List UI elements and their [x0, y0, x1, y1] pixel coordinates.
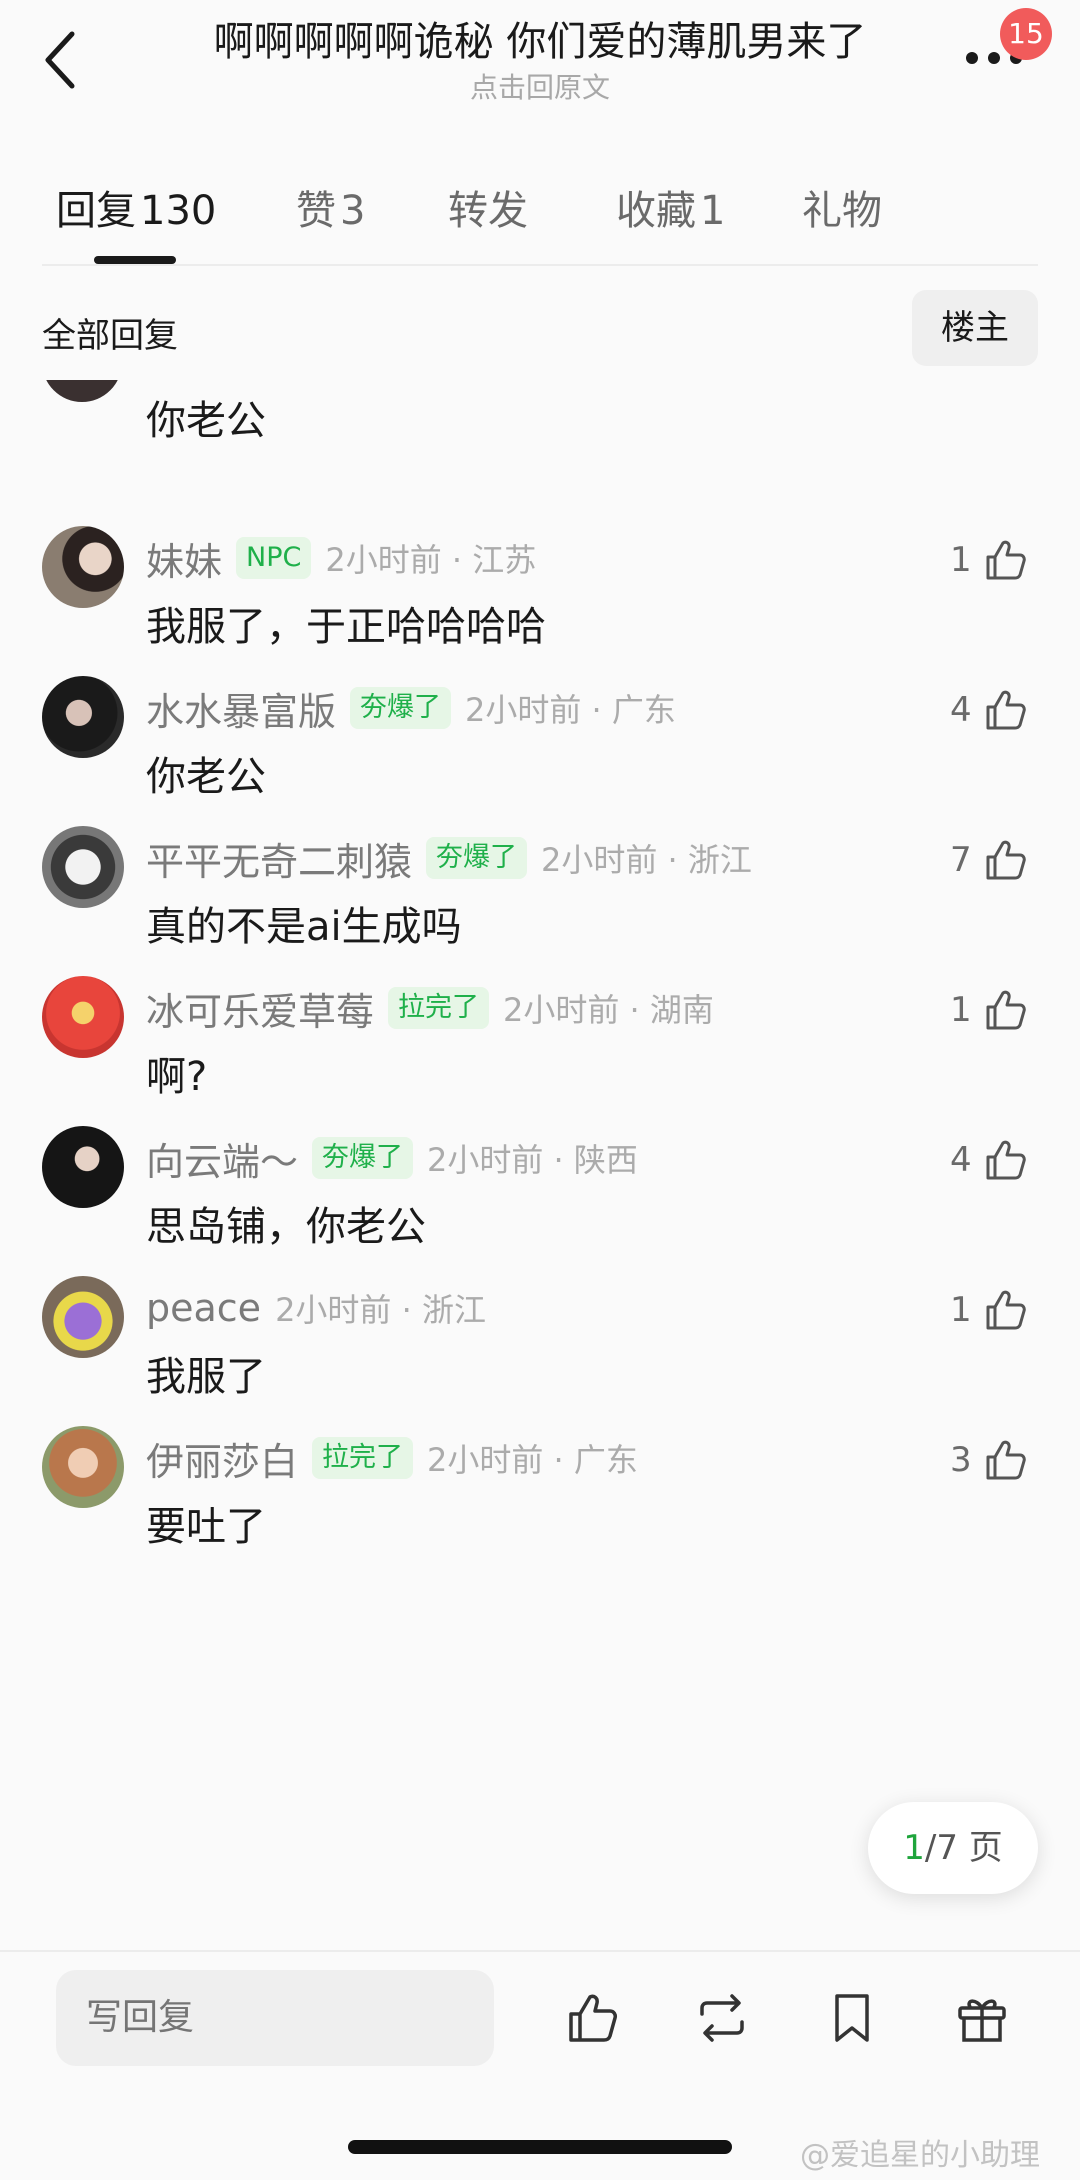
bookmark-icon[interactable] [822, 1988, 882, 2048]
avatar[interactable] [42, 526, 124, 608]
like-count: 1 [950, 990, 972, 1030]
home-indicator[interactable] [348, 2140, 732, 2154]
header: 啊啊啊啊啊诡秘 你们爱的薄肌男来了 点击回原文 15 [0, 0, 1080, 120]
user-tag-badge: NPC [236, 537, 312, 579]
comment-item[interactable]: 伊丽莎白 拉完了 2小时前 · 广东 要吐了 3 [0, 1426, 1080, 1626]
comment-text: 思岛铺，你老公 [146, 1204, 426, 1250]
username[interactable]: peace [146, 1286, 261, 1330]
avatar[interactable] [42, 1276, 124, 1358]
avatar[interactable] [42, 1126, 124, 1208]
comment-text: 啊? [146, 1054, 208, 1100]
like-button[interactable]: 7 [950, 830, 1030, 890]
like-count: 4 [950, 1140, 972, 1180]
thumbs-up-icon[interactable] [562, 1988, 622, 2048]
like-button[interactable]: 4 [950, 680, 1030, 740]
like-button[interactable]: 3 [950, 1430, 1030, 1490]
avatar[interactable] [42, 1426, 124, 1508]
repost-icon[interactable] [692, 1988, 752, 2048]
username[interactable]: 平平无奇二刺猿 [146, 831, 412, 886]
user-tag-badge: 拉完了 [388, 987, 490, 1029]
comment-meta: peace 2小时前 · 浙江 [146, 1278, 486, 1338]
gift-icon[interactable] [952, 1988, 1012, 2048]
like-count: 7 [950, 840, 972, 880]
comment-list[interactable]: 你老公 妹妹 NPC 2小时前 · 江苏 我服了，于正哈哈哈哈 1 水水暴富版 … [0, 380, 1080, 1950]
comment-time-location: 2小时前 · 陕西 [427, 1141, 638, 1179]
comment-text: 你老公 [146, 398, 266, 444]
back-to-original-link[interactable]: 点击回原文 [390, 66, 690, 106]
comment-meta: 妹妹 NPC 2小时前 · 江苏 [146, 528, 536, 588]
tab-label: 回复 [56, 188, 136, 234]
comment-meta: 伊丽莎白 拉完了 2小时前 · 广东 [146, 1428, 638, 1488]
username[interactable]: 伊丽莎白 [146, 1431, 298, 1486]
thumbs-up-icon [986, 540, 1026, 580]
divider [42, 264, 1038, 266]
like-count: 1 [950, 1290, 972, 1330]
tab-bar: 回复 130 赞3 转发 收藏 1 礼物 [0, 170, 1080, 266]
page-indicator[interactable]: 1/7 页 [868, 1802, 1038, 1894]
user-tag-badge: 夯爆了 [350, 687, 452, 729]
like-count: 1 [950, 540, 972, 580]
tab-label: 礼物 [802, 188, 882, 234]
user-tag-badge: 夯爆了 [426, 837, 528, 879]
tab-count: 130 [140, 188, 217, 234]
comment-text: 要吐了 [146, 1504, 266, 1550]
tab-replies[interactable]: 回复 130 [56, 178, 216, 236]
tab-favorites[interactable]: 收藏 1 [616, 178, 725, 236]
watermark: @爱追星的小助理 [800, 2138, 1040, 2173]
avatar[interactable] [42, 380, 122, 402]
comment-time-location: 2小时前 · 广东 [465, 691, 676, 729]
tab-label: 赞 [296, 188, 336, 234]
like-count: 3 [950, 1440, 972, 1480]
thumbs-up-icon [986, 1290, 1026, 1330]
tab-count: 1 [700, 188, 726, 234]
user-tag-badge: 拉完了 [312, 1437, 414, 1479]
avatar[interactable] [42, 826, 124, 908]
like-count: 4 [950, 690, 972, 730]
thumbs-up-icon [986, 1140, 1026, 1180]
comment-time-location: 2小时前 · 浙江 [541, 841, 752, 879]
comment-time-location: 2小时前 · 浙江 [275, 1291, 486, 1329]
comment-text: 你老公 [146, 754, 266, 800]
comment-time-location: 2小时前 · 湖南 [503, 991, 714, 1029]
avatar[interactable] [42, 676, 124, 758]
notification-badge: 15 [1000, 8, 1052, 60]
like-button[interactable]: 1 [950, 1280, 1030, 1340]
chevron-left-icon[interactable] [36, 24, 84, 96]
tab-count: 3 [340, 188, 366, 234]
tab-label: 收藏 [616, 188, 696, 234]
username[interactable]: 水水暴富版 [146, 681, 336, 736]
post-title[interactable]: 啊啊啊啊啊诡秘 你们爱的薄肌男来了 [190, 18, 890, 66]
all-replies-label: 全部回复 [42, 316, 178, 356]
reply-input[interactable] [56, 1970, 494, 2066]
avatar[interactable] [42, 976, 124, 1058]
like-button[interactable]: 1 [950, 980, 1030, 1040]
comment-time-location: 2小时前 · 江苏 [325, 541, 537, 579]
tab-likes[interactable]: 赞3 [296, 178, 365, 236]
comment-time-location: 2小时前 · 广东 [427, 1441, 638, 1479]
username[interactable]: 妹妹 [146, 531, 222, 586]
tab-label: 转发 [448, 188, 528, 234]
tab-gifts[interactable]: 礼物 [802, 178, 882, 236]
like-button[interactable]: 1 [950, 530, 1030, 590]
total-pages: /7 页 [924, 1828, 1003, 1868]
username[interactable]: 向云端～ [146, 1131, 298, 1186]
comment-meta: 冰可乐爱草莓 拉完了 2小时前 · 湖南 [146, 978, 714, 1038]
comment-meta: 平平无奇二刺猿 夯爆了 2小时前 · 浙江 [146, 828, 752, 888]
comment-text: 我服了，于正哈哈哈哈 [146, 604, 546, 650]
like-button[interactable]: 4 [950, 1130, 1030, 1190]
username[interactable]: 冰可乐爱草莓 [146, 981, 374, 1036]
comment-text: 我服了 [146, 1354, 266, 1400]
thumbs-up-icon [986, 1440, 1026, 1480]
tab-reposts[interactable]: 转发 [448, 178, 528, 236]
thumbs-up-icon [986, 990, 1026, 1030]
user-tag-badge: 夯爆了 [312, 1137, 414, 1179]
comment-meta: 向云端～ 夯爆了 2小时前 · 陕西 [146, 1128, 638, 1188]
op-only-button[interactable]: 楼主 [912, 290, 1038, 366]
thumbs-up-icon [986, 690, 1026, 730]
thumbs-up-icon [986, 840, 1026, 880]
comment-meta: 水水暴富版 夯爆了 2小时前 · 广东 [146, 678, 676, 738]
comment-text: 真的不是ai生成吗 [146, 904, 462, 950]
current-page: 1 [903, 1828, 925, 1868]
active-tab-indicator [94, 256, 176, 264]
